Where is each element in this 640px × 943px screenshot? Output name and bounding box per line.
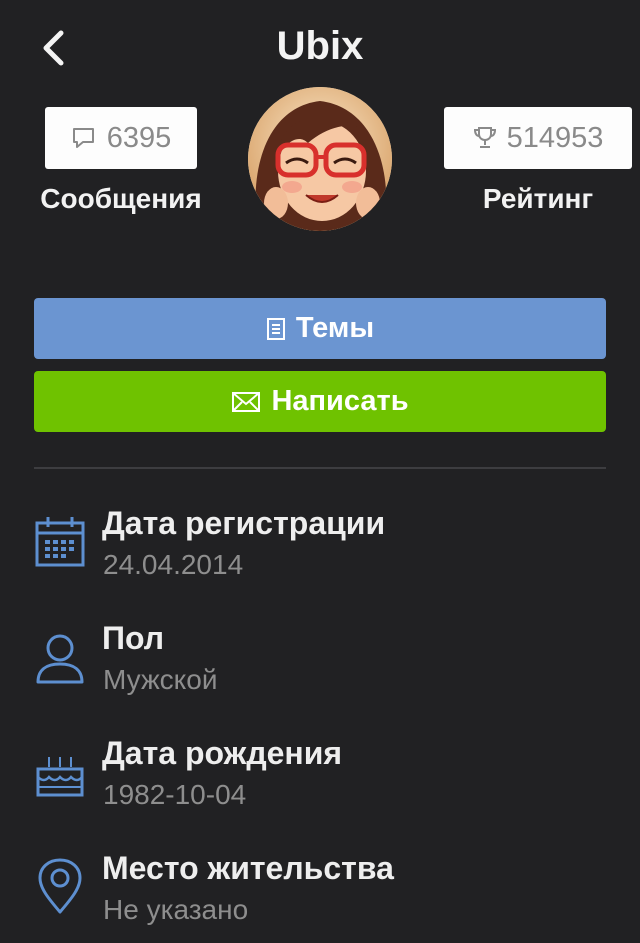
document-icon: [266, 317, 285, 340]
messages-count: 6395: [106, 121, 172, 154]
residence-value: Не указано: [103, 894, 249, 925]
registration-date-row: Дата регистрации 24.04.2014: [34, 505, 606, 595]
map-pin-icon: [38, 858, 82, 914]
gender-row: Пол Мужской: [34, 620, 606, 710]
residence-label: Место жительства: [102, 850, 394, 886]
rating-count: 514953: [506, 121, 604, 154]
person-icon: [36, 634, 84, 684]
residence-row: Место жительства Не указано: [34, 850, 606, 940]
rating-count-box[interactable]: 514953: [444, 107, 632, 169]
birth-date-row: Дата рождения 1982-10-04: [34, 735, 606, 825]
gender-value: Мужской: [103, 664, 218, 695]
birth-date-label: Дата рождения: [102, 735, 343, 771]
registration-date-value: 24.04.2014: [103, 549, 244, 580]
write-message-button[interactable]: Написать: [34, 371, 606, 432]
registration-date-label: Дата регистрации: [102, 505, 386, 541]
birth-date-value: 1982-10-04: [103, 779, 247, 810]
cake-icon: [36, 757, 84, 797]
calendar-icon: [35, 517, 85, 567]
envelope-icon: [232, 391, 261, 412]
divider: [34, 467, 606, 469]
topics-button[interactable]: Темы: [34, 298, 606, 359]
topics-button-label: Темы: [295, 312, 375, 344]
write-button-label: Написать: [271, 385, 409, 417]
avatar[interactable]: [248, 87, 392, 231]
page-title: Ubix: [276, 24, 364, 68]
messages-label: Сообщения: [40, 183, 202, 214]
speech-bubble-icon: [72, 128, 94, 148]
rating-label: Рейтинг: [482, 183, 594, 214]
trophy-icon: [473, 127, 496, 148]
avatar-illustration: [248, 87, 392, 231]
messages-count-box[interactable]: 6395: [45, 107, 197, 169]
gender-label: Пол: [102, 620, 165, 656]
